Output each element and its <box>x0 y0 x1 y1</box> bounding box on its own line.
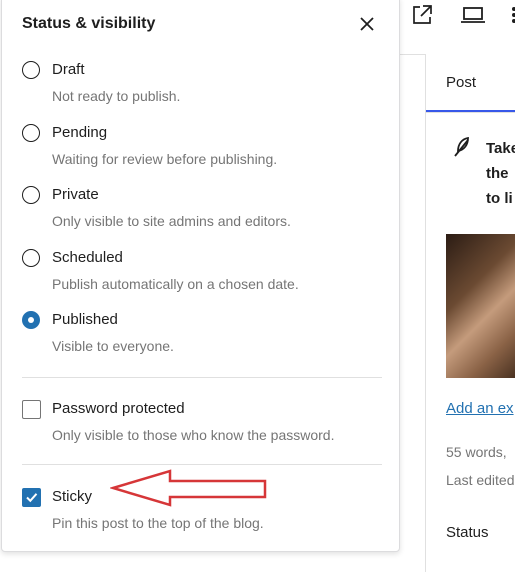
status-visibility-popover: Status & visibility Draft Not ready to p… <box>1 0 400 552</box>
checkmark-icon <box>26 493 38 503</box>
close-icon[interactable] <box>355 12 379 36</box>
annotation-arrow-icon <box>110 469 267 507</box>
editor-topbar <box>400 0 515 55</box>
featured-image[interactable] <box>446 234 515 378</box>
pending-radio[interactable] <box>22 124 40 142</box>
last-edited: Last edited <box>446 472 515 488</box>
status-option-pending[interactable]: Pending Waiting for review before publis… <box>22 124 382 176</box>
divider <box>22 377 382 378</box>
private-radio[interactable] <box>22 186 40 204</box>
divider <box>22 464 382 465</box>
add-excerpt-link[interactable]: Add an ex <box>446 400 514 417</box>
status-option-private[interactable]: Private Only visible to site admins and … <box>22 186 382 238</box>
option-help: Waiting for review before publishing. <box>52 151 278 167</box>
password-protected-option[interactable]: Password protected Only visible to those… <box>22 400 382 452</box>
option-help: Pin this post to the top of the blog. <box>52 515 264 531</box>
status-row-label: Status <box>446 524 489 541</box>
more-options-icon[interactable] <box>505 3 515 27</box>
popover-title: Status & visibility <box>22 15 156 32</box>
status-option-published[interactable]: Published Visible to everyone. <box>22 311 382 363</box>
option-label: Password protected <box>52 400 185 417</box>
sidebar-tabs: Post <box>426 54 515 113</box>
sticky-checkbox[interactable] <box>22 488 41 507</box>
status-option-draft[interactable]: Draft Not ready to publish. <box>22 61 382 113</box>
editor-screen: Post Take the to li Add an ex 55 words, … <box>0 0 515 572</box>
desktop-preview-icon[interactable] <box>460 3 485 27</box>
word-count: 55 words, <box>446 444 507 460</box>
option-label: Private <box>52 186 99 203</box>
feather-icon <box>452 136 472 158</box>
scheduled-radio[interactable] <box>22 249 40 267</box>
post-title-line-2: the <box>486 165 509 182</box>
option-help: Only visible to those who know the passw… <box>52 427 335 443</box>
option-label: Draft <box>52 61 85 78</box>
option-help: Only visible to site admins and editors. <box>52 213 291 229</box>
option-label: Sticky <box>52 488 93 505</box>
draft-radio[interactable] <box>22 61 40 79</box>
option-help: Not ready to publish. <box>52 88 181 104</box>
tab-post[interactable]: Post <box>426 54 515 112</box>
option-label: Published <box>52 311 118 328</box>
option-label: Pending <box>52 124 108 141</box>
published-radio[interactable] <box>22 311 40 329</box>
post-title-line-3: to li <box>486 190 513 207</box>
option-help: Publish automatically on a chosen date. <box>52 276 299 292</box>
option-label: Scheduled <box>52 249 123 266</box>
password-protected-checkbox[interactable] <box>22 400 41 419</box>
external-link-icon[interactable] <box>410 3 434 27</box>
post-settings-sidebar: Post Take the to li Add an ex 55 words, … <box>425 54 515 572</box>
status-option-scheduled[interactable]: Scheduled Publish automatically on a cho… <box>22 249 382 301</box>
option-help: Visible to everyone. <box>52 338 174 354</box>
post-title-line-1: Take <box>486 140 515 157</box>
